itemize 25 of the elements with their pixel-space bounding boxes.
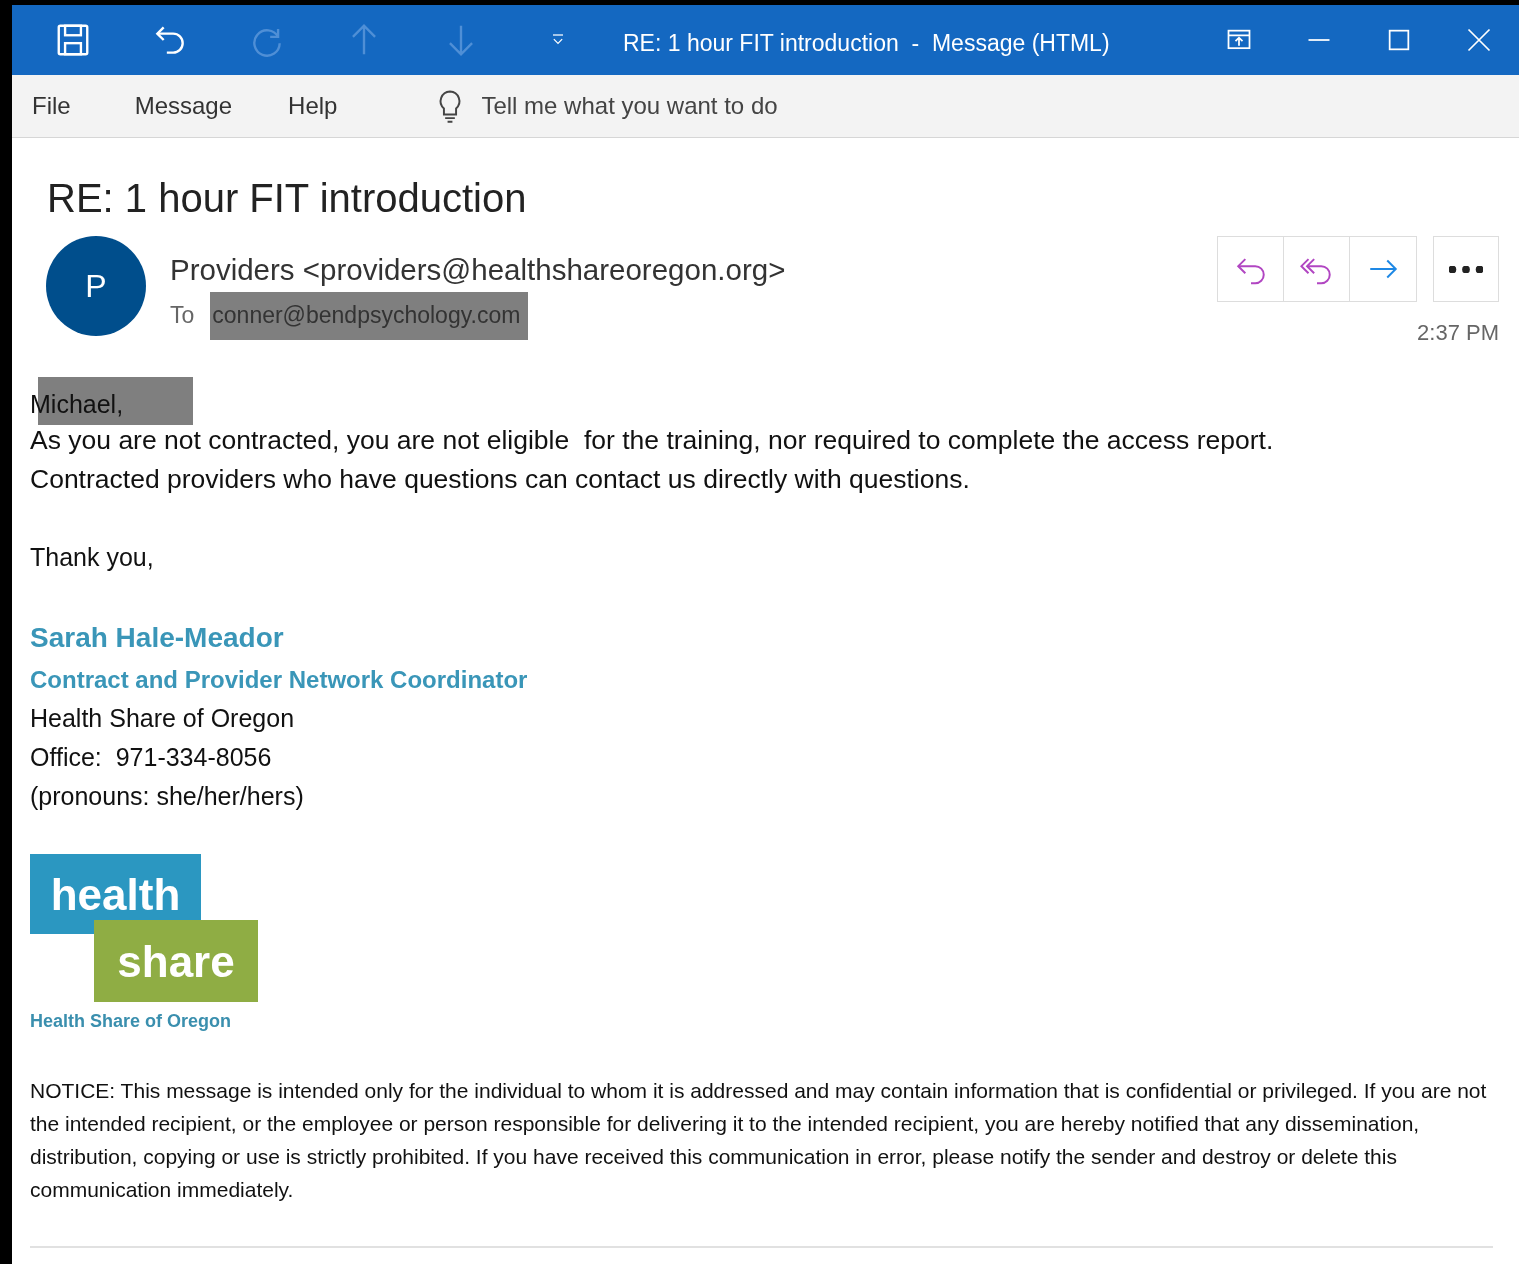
sender: Providers <providers@healthshareoregon.org> (170, 252, 786, 288)
menu-item[interactable]: File (32, 88, 71, 124)
signature-line: (pronouns: she/her/hers) (30, 781, 305, 812)
more-icon (1449, 265, 1483, 273)
body-line: As you are not contracted, you are not eligible for the training, nor required to complete the access report. (30, 424, 1275, 457)
more-button[interactable] (1433, 236, 1499, 302)
close-icon[interactable] (1465, 26, 1493, 54)
closing: Thank you, (30, 542, 155, 573)
menu-item[interactable]: Message (134, 88, 233, 124)
signature-title: Contract and Provider Network Coordinator (30, 665, 529, 695)
signature-line: Office: 971-334-8056 (30, 742, 273, 773)
signature-line: Health Share of Oregon (30, 703, 296, 734)
logo-word: share (117, 941, 235, 981)
logo-caption: Health Share of Oregon (30, 1012, 232, 1030)
tell-me-field[interactable]: Tell me what you want to do (437, 88, 778, 124)
message-subject: RE: 1 hour FIT introduction (47, 178, 528, 218)
notice-text: NOTICE: This message is intended only for the individual to whom it is addressed and may contain information that is confidential or privileged. If you are not the intended recipient, or the employee or person responsible for delivering it to the intended recipient, you are hereby notified that any dissemination, distribution, copying or use is strictly prohibited. If you have received this communication in error, please notify the sender and destroy or delete this communication immediately. (30, 1078, 1488, 1203)
body-line: Contracted providers who have questions can contact us directly with questions. (30, 463, 971, 496)
menu-item[interactable]: Help (288, 88, 338, 124)
logo-word: health (50, 874, 181, 914)
message-time: 2:37 PM (1417, 319, 1499, 347)
avatar: P (46, 236, 146, 336)
window-title: RE: 1 hour FIT introduction - Message (HTML) (623, 29, 1110, 58)
signature-name: Sarah Hale-Meador (30, 621, 285, 655)
to-label: To (170, 301, 195, 331)
